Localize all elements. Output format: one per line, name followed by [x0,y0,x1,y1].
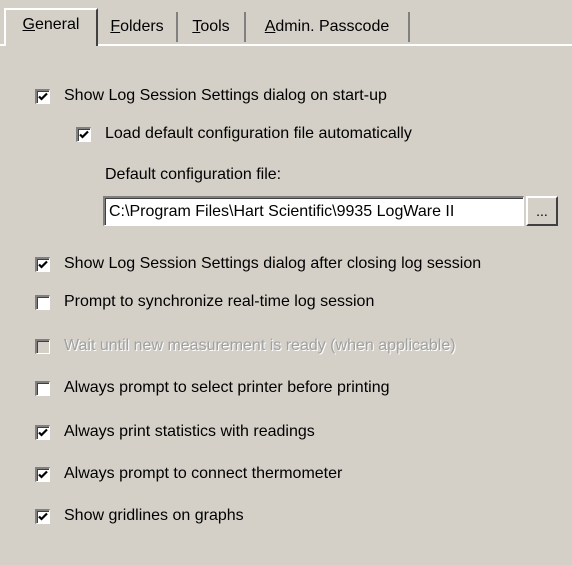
option-label: Always prompt to connect thermometer [64,465,343,482]
checkmark-icon [38,470,48,479]
tab-general-rest: eneral [34,16,80,33]
option-prompt-printer[interactable]: Always prompt to select printer before p… [35,377,389,399]
default-config-file-field[interactable] [103,196,524,226]
tab-general-label: General [23,16,80,33]
tab-admin-passcode[interactable]: Admin. Passcode [246,12,410,42]
tab-admin-passcode-mnemonic: A [264,18,276,35]
option-label: Prompt to synchronize real-time log sess… [64,293,375,310]
tab-admin-passcode-label: Admin. Passcode [265,18,390,35]
tab-folders[interactable]: Folders [98,12,178,42]
option-label: Always print statistics with readings [64,423,315,440]
option-label: Show Log Session Settings dialog after c… [64,255,482,272]
checkmark-icon [38,512,48,521]
option-label: Load default configuration file automati… [105,125,412,142]
browse-button[interactable]: ... [526,196,558,226]
option-show-settings-startup[interactable]: Show Log Session Settings dialog on star… [35,85,387,107]
option-print-statistics[interactable]: Always print statistics with readings [35,421,315,443]
tab-folders-label: Folders [110,18,163,35]
option-wait-measurement: Wait until new measurement is ready (whe… [35,335,456,357]
tab-tools-label: Tools [192,18,229,35]
checkbox [35,338,50,354]
option-show-gridlines[interactable]: Show gridlines on graphs [35,505,244,527]
option-label: Show Log Session Settings dialog on star… [64,87,387,104]
option-show-settings-after-close[interactable]: Show Log Session Settings dialog after c… [35,253,481,275]
tab-tools-rest: ools [200,18,230,35]
checkbox[interactable] [35,508,50,524]
option-prompt-sync[interactable]: Prompt to synchronize real-time log sess… [35,291,374,313]
checkmark-icon [38,92,48,101]
checkmark-icon [79,130,89,139]
option-label: Always prompt to select printer before p… [64,379,390,396]
default-config-label: Default configuration file: [105,166,282,183]
option-label: Wait until new measurement is ready (whe… [64,337,456,354]
option-prompt-thermometer[interactable]: Always prompt to connect thermometer [35,463,342,485]
option-load-default-config[interactable]: Load default configuration file automati… [76,123,412,145]
checkmark-icon [38,428,48,437]
checkbox[interactable] [35,424,50,440]
checkbox[interactable] [76,126,91,142]
option-label: Show gridlines on graphs [64,507,244,524]
checkbox[interactable] [35,466,50,482]
checkbox[interactable] [35,88,50,104]
tab-general-mnemonic: G [22,16,35,33]
tab-tools[interactable]: Tools [178,12,246,42]
checkbox[interactable] [35,256,50,272]
tab-strip: General Folders Tools Admin. Passcode [0,0,572,46]
checkbox[interactable] [35,380,50,396]
tab-general[interactable]: General [4,8,98,46]
tab-folders-rest: olders [120,18,164,35]
checkmark-icon [38,260,48,269]
tab-folders-mnemonic: F [110,18,121,35]
tab-admin-passcode-rest: dmin. Passcode [275,18,390,35]
checkbox[interactable] [35,294,50,310]
